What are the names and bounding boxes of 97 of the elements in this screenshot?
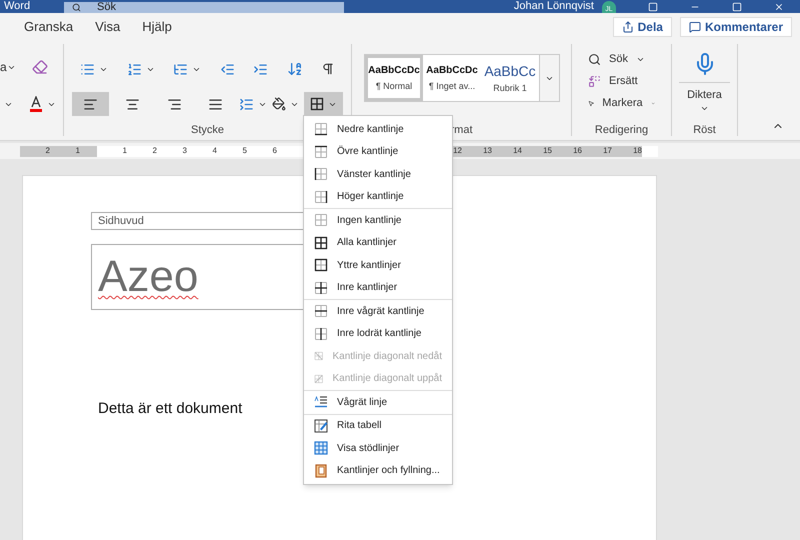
border-icon <box>314 167 328 182</box>
header-field[interactable]: Sidhuvud <box>91 212 305 230</box>
border-icon <box>314 190 328 204</box>
close-icon[interactable] <box>774 2 784 12</box>
align-icon <box>166 96 182 112</box>
menu-item[interactable]: Höger kantlinje <box>304 186 452 208</box>
menu-item[interactable]: Rita tabell <box>304 414 452 437</box>
border-icon <box>314 213 328 228</box>
ruler-number: 1 <box>122 147 127 155</box>
menu-item[interactable]: Kantlinjer och fyllning... <box>304 460 452 482</box>
border-icon <box>314 280 328 295</box>
list-button[interactable] <box>173 62 201 76</box>
pencil-grid-icon <box>314 418 328 433</box>
sort-icon[interactable] <box>286 61 302 77</box>
paint-bucket-icon <box>272 97 286 111</box>
menu-item[interactable]: Nedre kantlinje <box>304 118 452 140</box>
ruler-number: 18 <box>632 147 642 155</box>
group-label: Stycke <box>190 125 224 136</box>
share-icon <box>622 20 634 32</box>
menu-item[interactable]: Yttre kantlinjer <box>304 254 452 276</box>
border-icon <box>314 144 328 159</box>
ruler-number: 5 <box>242 147 247 155</box>
menu-tab[interactable]: Hjälp <box>142 16 172 36</box>
style-tile[interactable]: AaBbCcDc ¶ Normal <box>365 55 423 101</box>
user-name: Johan Lönnqvist <box>514 1 594 13</box>
ruler-number: 17 <box>602 147 612 155</box>
ruler-number: 4 <box>212 147 217 155</box>
search-icon <box>588 52 601 66</box>
letter-a-icon <box>29 96 43 112</box>
align-icon <box>83 96 98 112</box>
app-name: Word <box>4 1 32 13</box>
menu-item[interactable]: Visa stödlinjer <box>304 437 452 460</box>
ruler-number: 6 <box>272 147 277 155</box>
search-field[interactable]: Sök <box>64 2 344 13</box>
search-icon <box>72 3 81 12</box>
ruler-number: 2 <box>44 147 50 155</box>
borders-button[interactable] <box>304 92 343 116</box>
grid-icon <box>314 441 328 456</box>
ribbon-display-icon[interactable] <box>648 2 658 12</box>
group-label: Röst <box>693 125 716 136</box>
list-button[interactable] <box>126 62 154 76</box>
ruler-number: 1 <box>74 147 80 155</box>
border-icon <box>310 97 324 111</box>
menu-item[interactable]: Övre kantlinje <box>304 140 452 163</box>
group-label: Redigering <box>594 125 648 136</box>
shading-button[interactable] <box>272 97 300 111</box>
ruler-number: 15 <box>542 147 552 155</box>
menu-item[interactable]: Vänster kantlinje <box>304 163 452 186</box>
menu-tab[interactable]: Granska <box>24 16 74 36</box>
ruler-number: 2 <box>152 147 157 155</box>
menu-item[interactable]: Inre vågrät kantlinje <box>304 300 452 322</box>
list-icon <box>173 62 188 76</box>
share-button[interactable]: Dela <box>612 16 672 36</box>
dictate-button[interactable]: Diktera <box>679 52 730 112</box>
font-size-dropdown[interactable]: a <box>0 58 16 76</box>
editing-button[interactable]: Markera <box>588 94 655 112</box>
line-spacing-icon <box>239 96 254 112</box>
border-icon <box>314 304 328 318</box>
align-icon <box>124 96 140 112</box>
border-icon <box>314 122 328 136</box>
font-color-button[interactable] <box>29 96 43 112</box>
increase-indent-icon[interactable] <box>253 62 268 76</box>
comment-icon <box>688 20 701 32</box>
pilcrow-icon[interactable] <box>321 62 335 76</box>
line-spacing-button[interactable] <box>239 96 268 112</box>
editing-button[interactable]: Sök <box>588 50 655 68</box>
menu-item[interactable]: Inre lodrät kantlinje <box>304 322 452 345</box>
document-title: Azeo <box>98 255 198 299</box>
menu-item[interactable]: Ingen kantlinje <box>304 209 452 232</box>
align-icon <box>208 96 224 112</box>
horizontal-line-icon <box>314 395 328 410</box>
border-icon <box>314 258 328 272</box>
style-tile[interactable]: AaBbCcDc ¶ Inget av... <box>423 55 481 101</box>
border-icon <box>314 326 328 341</box>
replace-icon <box>588 74 601 88</box>
body-text: Detta är ett dokument <box>98 399 242 419</box>
comments-button[interactable]: Kommentarer <box>680 16 792 36</box>
clear-formatting-icon[interactable] <box>32 59 48 75</box>
page-border-icon <box>314 464 328 478</box>
align-button[interactable] <box>72 92 109 116</box>
ruler-number: 14 <box>512 147 522 155</box>
ruler-number: 3 <box>182 147 187 155</box>
menu-item[interactable]: Alla kantlinjer <box>304 232 452 254</box>
list-icon <box>80 62 95 76</box>
list-button[interactable] <box>80 62 108 76</box>
maximize-icon[interactable] <box>732 2 742 12</box>
border-icon <box>314 236 328 250</box>
decrease-indent-icon[interactable] <box>220 62 234 76</box>
ruler-number: 13 <box>482 147 492 155</box>
list-icon <box>126 62 142 76</box>
menu-item[interactable]: Vågrät linje <box>304 391 452 414</box>
menu-tab[interactable]: Visa <box>95 16 120 36</box>
ruler-number: 12 <box>452 147 462 155</box>
menu-item[interactable]: Inre kantlinjer <box>304 276 452 299</box>
editing-button[interactable]: Ersätt <box>588 72 655 90</box>
ruler-number: 16 <box>572 147 582 155</box>
style-tile[interactable]: AaBbCc Rubrik 1 <box>481 55 539 101</box>
